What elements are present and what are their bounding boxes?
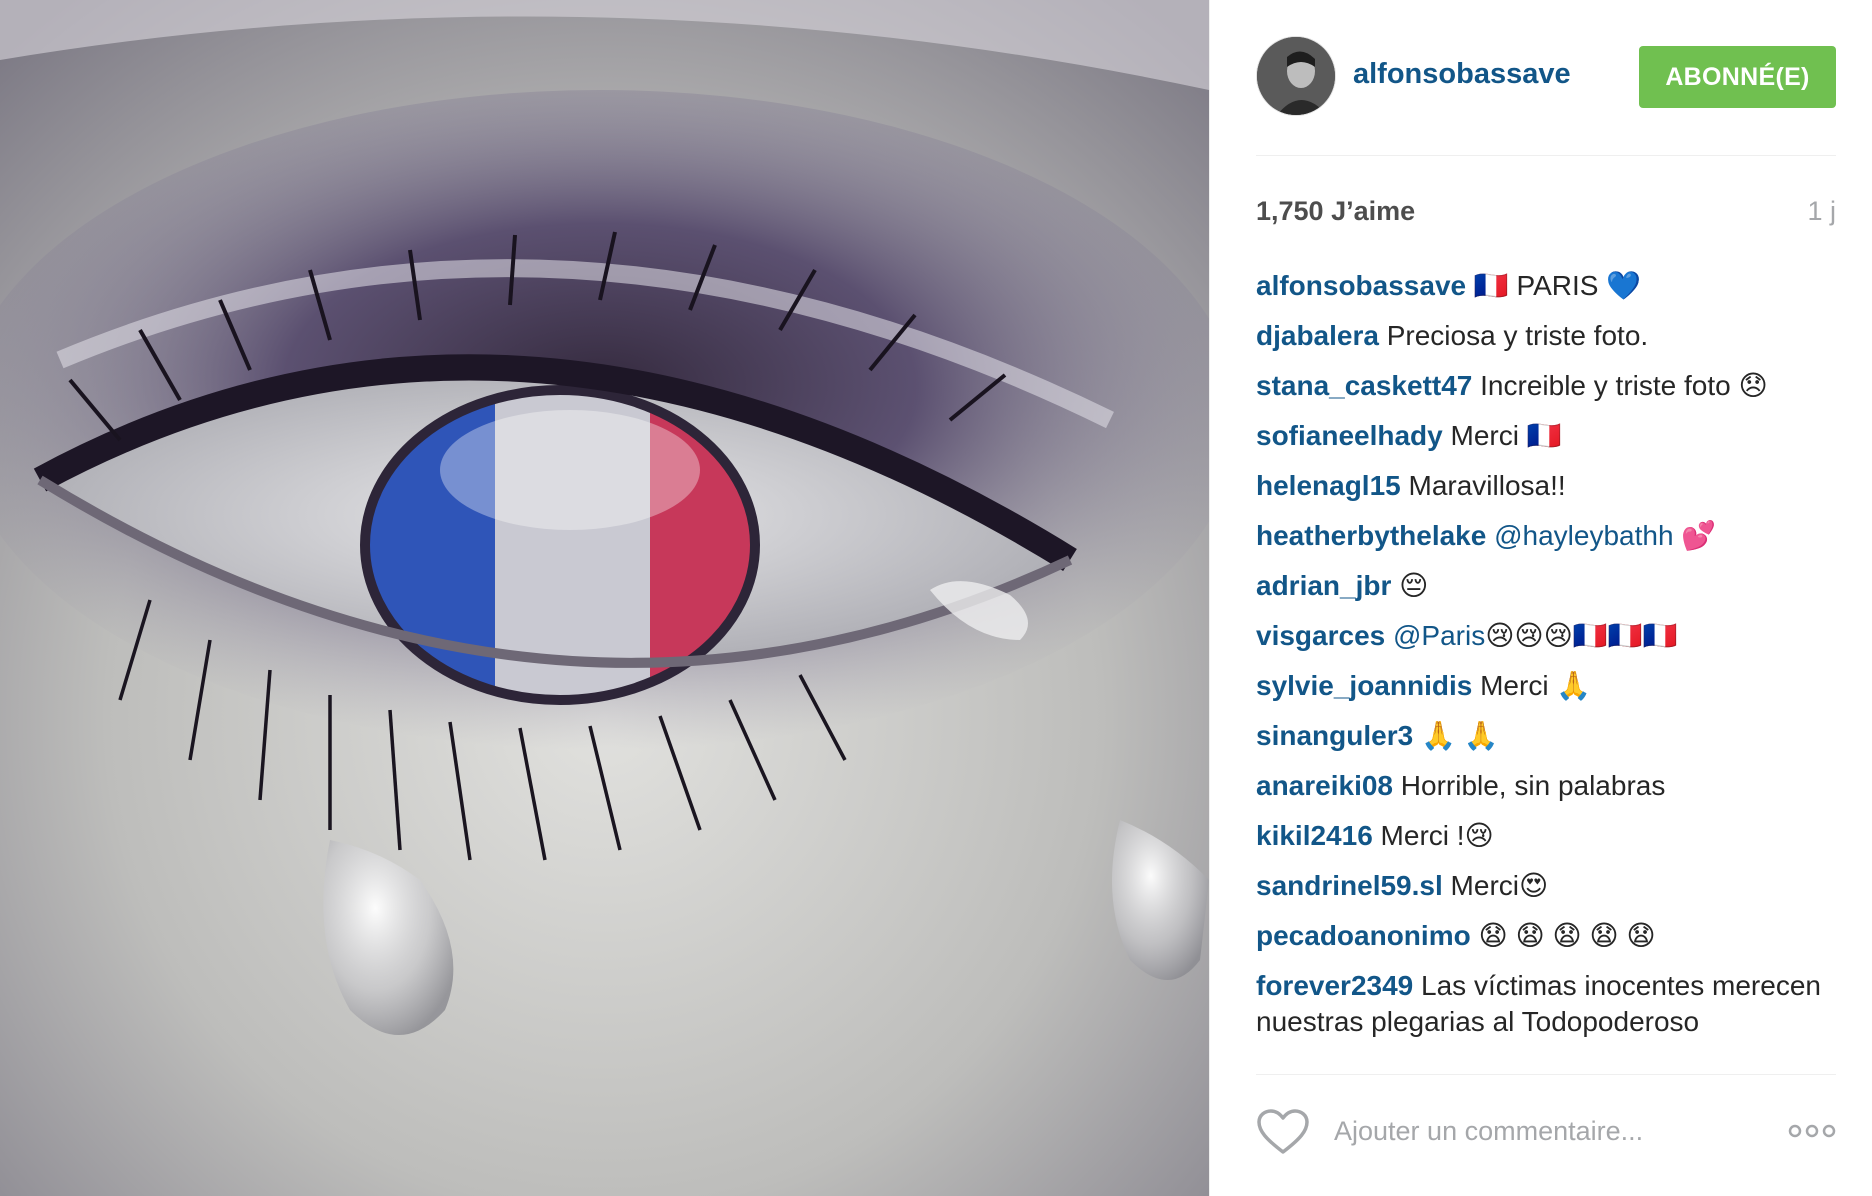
- comment-bar: [1256, 1106, 1836, 1158]
- comment-text: 😔: [1391, 570, 1429, 601]
- comment-text: 🇫🇷 PARIS 💙: [1466, 270, 1642, 301]
- comment-item: sandrinel59.sl Merci😍: [1256, 868, 1836, 904]
- comment-author[interactable]: pecadoanonimo: [1256, 920, 1471, 951]
- comment-author[interactable]: kikil2416: [1256, 820, 1373, 851]
- comment-author[interactable]: djabalera: [1256, 320, 1379, 351]
- post-time[interactable]: 1 j: [1807, 196, 1836, 227]
- comment-author[interactable]: sylvie_joannidis: [1256, 670, 1472, 701]
- comment-text: 🙏 🙏: [1413, 720, 1499, 751]
- heart-outline-icon[interactable]: [1256, 1108, 1310, 1156]
- comment-item: sylvie_joannidis Merci 🙏: [1256, 668, 1836, 704]
- comment-text: Maravillosa!!: [1400, 470, 1566, 501]
- comment-author[interactable]: forever2349: [1256, 970, 1413, 1001]
- like-count[interactable]: 1,750 J’aime: [1256, 196, 1415, 227]
- avatar-photo-icon: [1257, 37, 1335, 115]
- comment-text: 💕: [1673, 520, 1717, 551]
- comment-item: adrian_jbr 😔: [1256, 568, 1836, 604]
- comment-author[interactable]: adrian_jbr: [1256, 570, 1391, 601]
- comment-item: kikil2416 Merci !😢: [1256, 818, 1836, 854]
- comment-item: helenagl15 Maravillosa!!: [1256, 468, 1836, 504]
- post-header: alfonsobassave ABONNÉ(E): [1256, 36, 1836, 116]
- comment-mention[interactable]: @hayleybathh: [1486, 520, 1673, 551]
- comment-item: heatherbythelake @hayleybathh 💕: [1256, 518, 1836, 554]
- comment-text: 😧 😧 😧 😧 😧: [1470, 920, 1656, 951]
- comment-author[interactable]: sofianeelhady: [1256, 420, 1443, 451]
- comment-item: anareiki08 Horrible, sin palabras: [1256, 768, 1836, 804]
- follow-button[interactable]: ABONNÉ(E): [1639, 46, 1836, 108]
- comment-item: sofianeelhady Merci 🇫🇷: [1256, 418, 1836, 454]
- post-image[interactable]: [0, 0, 1209, 1196]
- comment-author[interactable]: alfonsobassave: [1256, 270, 1466, 301]
- comment-text: Merci 🙏: [1472, 670, 1592, 701]
- comment-item: sinanguler3 🙏 🙏: [1256, 718, 1836, 754]
- post-stats: 1,750 J’aime 1 j: [1256, 196, 1836, 232]
- comment-item: pecadoanonimo 😧 😧 😧 😧 😧: [1256, 918, 1836, 954]
- comment-author[interactable]: helenagl15: [1256, 470, 1401, 501]
- comment-text: Increible y triste foto 😞: [1472, 370, 1768, 401]
- divider: [1256, 155, 1836, 156]
- divider: [1256, 1074, 1836, 1075]
- comment-author[interactable]: sandrinel59.sl: [1256, 870, 1443, 901]
- comment-author[interactable]: sinanguler3: [1256, 720, 1413, 751]
- comment-item: forever2349 Las víctimas inocentes merec…: [1256, 968, 1836, 1040]
- comment-author[interactable]: anareiki08: [1256, 770, 1393, 801]
- comment-text: Preciosa y triste foto.: [1378, 320, 1649, 351]
- comment-author[interactable]: heatherbythelake: [1256, 520, 1486, 551]
- comment-text: Merci😍: [1442, 870, 1549, 901]
- comment-input[interactable]: [1334, 1110, 1734, 1152]
- instagram-post: alfonsobassave ABONNÉ(E) 1,750 J’aime 1 …: [0, 0, 1872, 1196]
- comment-author[interactable]: stana_caskett47: [1256, 370, 1472, 401]
- comment-item: alfonsobassave 🇫🇷 PARIS 💙: [1256, 268, 1836, 304]
- eye-illustration: [0, 0, 1209, 1196]
- post-sidebar: alfonsobassave ABONNÉ(E) 1,750 J’aime 1 …: [1209, 0, 1872, 1196]
- comment-item: visgarces @Paris😢😢😢🇫🇷🇫🇷🇫🇷: [1256, 618, 1836, 654]
- ellipsis-icon[interactable]: [1788, 1116, 1836, 1146]
- comment-text: Merci !😢: [1372, 820, 1494, 851]
- comment-text: Merci 🇫🇷: [1442, 420, 1562, 451]
- comment-list[interactable]: alfonsobassave 🇫🇷 PARIS 💙 djabalera Prec…: [1256, 268, 1836, 1064]
- comment-author[interactable]: visgarces: [1256, 620, 1385, 651]
- comment-mention[interactable]: @Paris: [1385, 620, 1485, 651]
- comment-text: 😢😢😢🇫🇷🇫🇷🇫🇷: [1485, 620, 1678, 651]
- comment-item: stana_caskett47 Increible y triste foto …: [1256, 368, 1836, 404]
- username-link[interactable]: alfonsobassave: [1353, 58, 1571, 91]
- comment-text: Horrible, sin palabras: [1393, 770, 1666, 801]
- comment-item: djabalera Preciosa y triste foto.: [1256, 318, 1836, 354]
- avatar[interactable]: [1256, 36, 1336, 116]
